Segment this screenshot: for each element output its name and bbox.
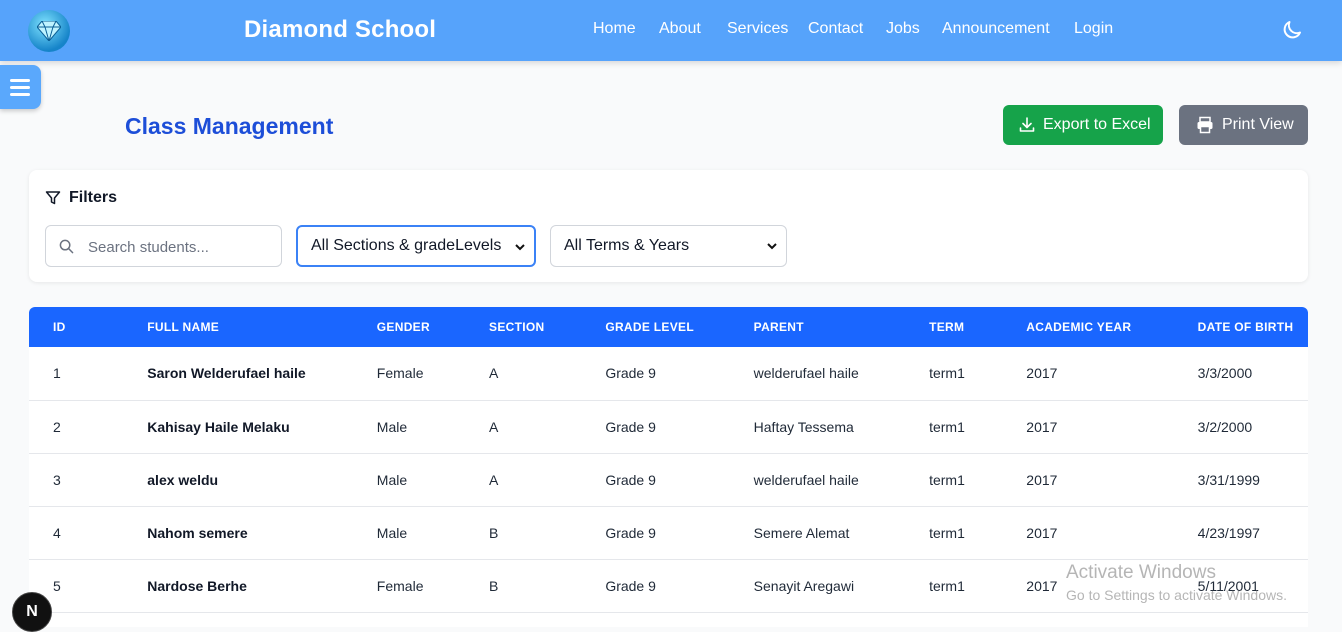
moon-icon[interactable] (1280, 18, 1304, 47)
column-header-parent[interactable]: PARENT (754, 307, 929, 347)
export-button-label: Export to Excel (1043, 116, 1151, 133)
cell-date-of-birth: 3/2/2000 (1197, 418, 1253, 435)
table-row[interactable]: 1 Saron Welderufael haile Female A Grade… (29, 347, 1308, 400)
cell-full-name: Nardose Berhe (147, 577, 247, 594)
diamond-icon[interactable] (28, 10, 70, 52)
cell-section: A (489, 418, 499, 435)
column-header-academic-year[interactable]: ACADEMIC YEAR (1026, 307, 1197, 347)
cell-parent: welderufael haile (753, 365, 859, 382)
cell-academic-year: 2017 (1026, 418, 1058, 435)
cell-parent: Semere Alemat (753, 524, 850, 541)
cell-date-of-birth: 3/31/1999 (1197, 471, 1260, 488)
top-navbar: Diamond School Home About Services Conta… (0, 0, 1342, 61)
cell-full-name: Nahom semere (147, 524, 248, 541)
cell-date-of-birth: 4/23/1997 (1197, 524, 1260, 541)
cell-gender: Male (376, 524, 408, 541)
table-row[interactable]: 2 Kahisay Haile Melaku Male A Grade 9 Ha… (29, 400, 1308, 453)
chevron-down-icon (515, 244, 525, 251)
search-box[interactable] (45, 225, 282, 267)
nav-link-services[interactable]: Services (727, 20, 788, 38)
cell-section: B (489, 577, 499, 594)
cell-grade-level: Grade 9 (605, 577, 656, 594)
section-select-value: All Sections & gradeLevels (311, 237, 502, 254)
cell-id: 2 (53, 418, 61, 435)
dev-tools-badge[interactable]: N (12, 592, 52, 632)
cell-academic-year: 2017 (1026, 365, 1058, 382)
filters-title: Filters (69, 189, 118, 206)
search-input[interactable] (86, 234, 275, 260)
filter-icon (45, 191, 61, 205)
cell-id: 1 (53, 365, 61, 382)
cell-term: term1 (929, 471, 965, 488)
cell-gender: Female (376, 577, 424, 594)
cell-gender: Male (376, 471, 408, 488)
cell-gender: Male (376, 418, 408, 435)
cell-academic-year: 2017 (1026, 524, 1058, 541)
nav-link-jobs[interactable]: Jobs (886, 20, 920, 38)
download-icon (1019, 117, 1035, 132)
table-header-row: ID FULL NAME GENDER SECTION GRADE LEVEL … (29, 307, 1308, 347)
cell-section: A (489, 365, 499, 382)
nav-link-announcement[interactable]: Announcement (942, 20, 1050, 38)
cell-grade-level: Grade 9 (605, 365, 656, 382)
table-row[interactable]: 4 Nahom semere Male B Grade 9 Semere Ale… (29, 506, 1308, 559)
search-icon (59, 239, 74, 254)
filters-heading: Filters (45, 189, 117, 207)
nav-link-home[interactable]: Home (593, 20, 636, 38)
cell-full-name: alex weldu (147, 471, 219, 488)
column-header-term[interactable]: TERM (929, 307, 1026, 347)
term-select-value: All Terms & Years (564, 237, 690, 254)
column-header-id[interactable]: ID (29, 307, 147, 347)
brand-name[interactable]: Diamond School (244, 16, 436, 44)
chevron-down-icon (767, 243, 777, 250)
cell-full-name: Kahisay Haile Melaku (147, 418, 290, 435)
cell-term: term1 (929, 418, 965, 435)
section-grade-select[interactable]: All Sections & gradeLevels (296, 225, 536, 267)
cell-term: term1 (929, 365, 965, 382)
cell-parent: welderufael haile (753, 471, 859, 488)
nav-link-about[interactable]: About (659, 20, 701, 38)
cell-grade-level: Grade 9 (605, 471, 656, 488)
cell-full-name: Saron Welderufael haile (147, 365, 306, 382)
cell-parent: Haftay Tessema (753, 418, 854, 435)
column-header-full-name[interactable]: FULL NAME (147, 307, 377, 347)
print-view-button[interactable]: Print View (1179, 105, 1308, 145)
print-button-label: Print View (1222, 116, 1294, 133)
filters-panel: Filters All Sections & gradeLevels All T… (29, 170, 1308, 282)
cell-grade-level: Grade 9 (605, 418, 656, 435)
printer-icon (1197, 116, 1213, 134)
term-year-select[interactable]: All Terms & Years (550, 225, 787, 267)
cell-gender: Female (376, 365, 424, 382)
column-header-gender[interactable]: GENDER (377, 307, 489, 347)
activate-windows-title: Activate Windows (1066, 562, 1216, 583)
cell-term: term1 (929, 577, 965, 594)
sidebar-toggle-button[interactable] (0, 65, 41, 109)
cell-section: A (489, 471, 499, 488)
cell-id: 3 (53, 471, 61, 488)
table-row[interactable]: 3 alex weldu Male A Grade 9 welderufael … (29, 453, 1308, 506)
nav-link-login[interactable]: Login (1074, 20, 1113, 38)
nav-link-contact[interactable]: Contact (808, 20, 863, 38)
cell-grade-level: Grade 9 (605, 524, 656, 541)
column-header-grade-level[interactable]: GRADE LEVEL (605, 307, 753, 347)
column-header-date-of-birth[interactable]: DATE OF BIRTH (1198, 307, 1308, 347)
column-header-section[interactable]: SECTION (489, 307, 605, 347)
cell-section: B (489, 524, 499, 541)
menu-icon (10, 79, 30, 82)
cell-term: term1 (929, 524, 965, 541)
export-excel-button[interactable]: Export to Excel (1003, 105, 1163, 145)
cell-date-of-birth: 3/3/2000 (1197, 365, 1253, 382)
page-title: Class Management (125, 113, 334, 139)
activate-windows-subtitle: Go to Settings to activate Windows. (1066, 587, 1287, 603)
cell-parent: Senayit Aregawi (753, 577, 855, 594)
cell-id: 4 (53, 524, 61, 541)
cell-academic-year: 2017 (1026, 471, 1058, 488)
